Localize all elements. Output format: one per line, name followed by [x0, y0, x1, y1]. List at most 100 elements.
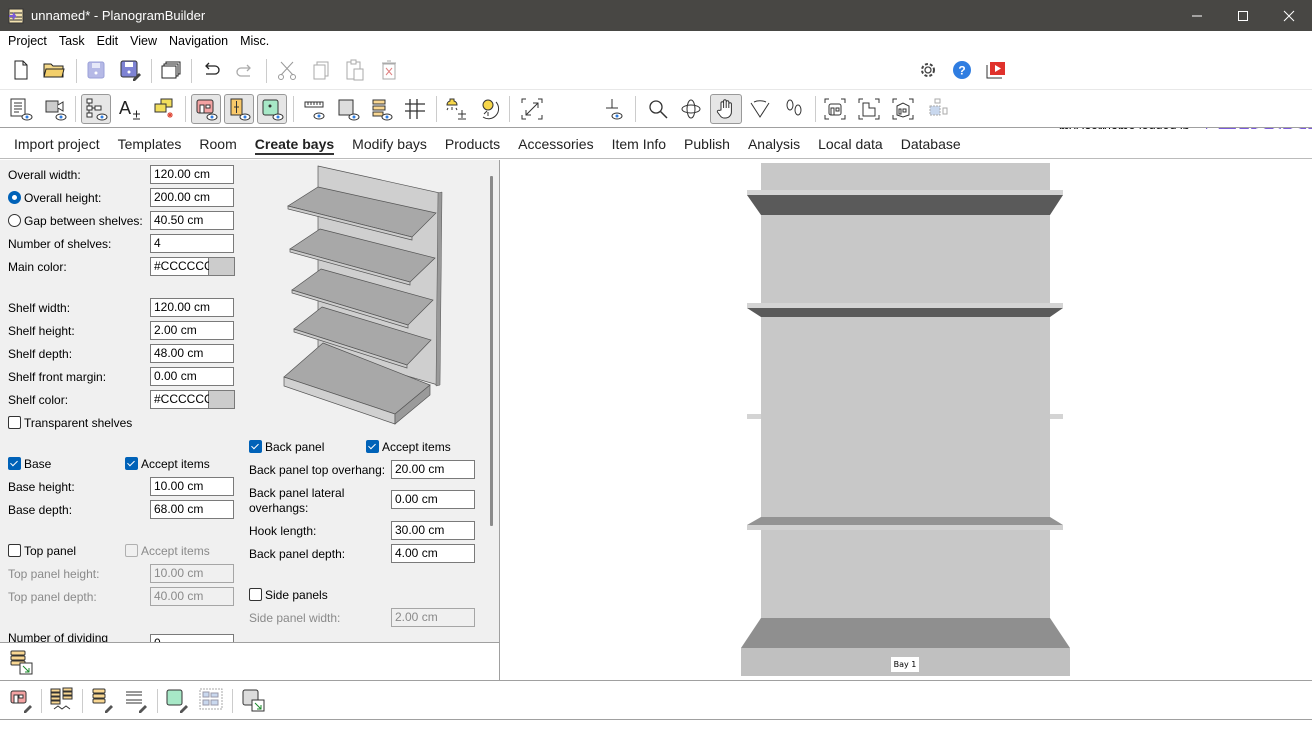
shelf-front-margin-input[interactable]: 0.00 cm — [150, 367, 234, 386]
overall-width-input[interactable]: 120.00 cm — [150, 165, 234, 184]
open-folder-button[interactable] — [41, 57, 67, 83]
tab-create-bays[interactable]: Create bays — [246, 129, 343, 159]
delete-button[interactable] — [376, 57, 402, 83]
grid-button[interactable] — [402, 96, 428, 122]
walk-mode-button[interactable] — [781, 96, 807, 122]
paste-button[interactable] — [342, 57, 368, 83]
tab-accessories[interactable]: Accessories — [509, 129, 602, 159]
camera-view-button[interactable] — [42, 96, 68, 122]
group-items-button[interactable] — [198, 687, 224, 713]
tab-database[interactable]: Database — [892, 129, 970, 159]
edit-shelves-button[interactable] — [89, 687, 115, 713]
menu-project[interactable]: Project — [2, 34, 53, 48]
edit-bay-button[interactable] — [164, 687, 190, 713]
create-bay-button[interactable] — [8, 649, 34, 675]
door-view-button[interactable] — [224, 94, 254, 124]
rotate-light-button[interactable] — [477, 96, 503, 122]
shelf-height-input[interactable]: 2.00 cm — [150, 321, 234, 340]
base-depth-input[interactable]: 68.00 cm — [150, 500, 234, 519]
tab-publish[interactable]: Publish — [675, 129, 739, 159]
multiple-windows-button[interactable] — [158, 57, 184, 83]
main-color-swatch[interactable] — [209, 257, 235, 276]
top-view-button[interactable] — [856, 96, 882, 122]
back-panel-checkbox[interactable] — [249, 440, 262, 453]
base-accept-items-checkbox[interactable] — [125, 457, 138, 470]
gap-between-shelves-radio[interactable] — [8, 214, 21, 227]
side-panels-checkbox[interactable] — [249, 588, 262, 601]
cut-button[interactable] — [274, 57, 300, 83]
overall-height-radio[interactable] — [8, 191, 21, 204]
video-tutorial-button[interactable] — [983, 57, 1009, 83]
number-of-dividing-input[interactable]: 0 — [150, 634, 234, 642]
tab-room[interactable]: Room — [190, 129, 245, 159]
shelf-depth-input[interactable]: 48.00 cm — [150, 344, 234, 363]
shadow-button[interactable] — [335, 96, 361, 122]
fit-view-button[interactable] — [519, 96, 545, 122]
list-view-button[interactable] — [8, 96, 34, 122]
shelf-distribute-button[interactable] — [48, 687, 74, 713]
shelf-stack-view-button[interactable] — [368, 96, 394, 122]
menu-navigation[interactable]: Navigation — [163, 34, 234, 48]
settings-button[interactable] — [915, 57, 941, 83]
new-file-button[interactable] — [8, 57, 34, 83]
panel-scrollbar[interactable] — [490, 176, 493, 526]
shelf-width-input[interactable]: 120.00 cm — [150, 298, 234, 317]
tab-products[interactable]: Products — [436, 129, 509, 159]
tab-local-data[interactable]: Local data — [809, 129, 892, 159]
overall-height-input[interactable]: 200.00 cm — [150, 188, 234, 207]
iso-view-button[interactable] — [890, 96, 916, 122]
menu-misc[interactable]: Misc. — [234, 34, 275, 48]
top-panel-height-input[interactable]: 10.00 cm — [150, 564, 234, 583]
tab-templates[interactable]: Templates — [109, 129, 191, 159]
save-button[interactable] — [83, 57, 109, 83]
add-light-button[interactable] — [443, 96, 469, 122]
top-panel-depth-input[interactable]: 40.00 cm — [150, 587, 234, 606]
menu-edit[interactable]: Edit — [91, 34, 125, 48]
back-panel-top-overhang-input[interactable]: 20.00 cm — [391, 460, 475, 479]
close-button[interactable] — [1266, 0, 1312, 31]
gap-between-shelves-input[interactable]: 40.50 cm — [150, 211, 234, 230]
back-panel-depth-input[interactable]: 4.00 cm — [391, 544, 475, 563]
ruler-button[interactable] — [302, 96, 328, 122]
back-accept-items-checkbox[interactable] — [366, 440, 379, 453]
copy-button[interactable] — [308, 57, 334, 83]
orbit-button[interactable] — [678, 96, 704, 122]
front-view-button[interactable] — [822, 96, 848, 122]
shelf-color-swatch[interactable] — [209, 390, 235, 409]
pan-hand-button[interactable] — [710, 94, 742, 124]
tab-modify-bays[interactable]: Modify bays — [343, 129, 436, 159]
undo-button[interactable] — [198, 57, 224, 83]
floor-view-button[interactable] — [602, 96, 628, 122]
tab-import-project[interactable]: Import project — [5, 129, 109, 159]
export-bay-button[interactable] — [240, 687, 266, 713]
save-as-button[interactable] — [117, 57, 143, 83]
layers-button[interactable] — [151, 96, 177, 122]
field-of-view-button[interactable] — [747, 96, 773, 122]
back-panel-lateral-overhangs-input[interactable]: 0.00 cm — [391, 490, 475, 509]
edit-room-button[interactable] — [8, 687, 34, 713]
hierarchy-view-button[interactable] — [81, 94, 111, 124]
base-height-input[interactable]: 10.00 cm — [150, 477, 234, 496]
text-size-button[interactable]: A — [117, 96, 143, 122]
3d-viewport[interactable]: Bay 1 — [501, 160, 1312, 680]
top-accept-items-checkbox[interactable] — [125, 544, 138, 557]
main-color-input[interactable]: #CCCCCC — [150, 257, 213, 276]
tab-item-info[interactable]: Item Info — [603, 129, 675, 159]
base-checkbox[interactable] — [8, 457, 21, 470]
bay-view-button[interactable] — [257, 94, 287, 124]
zoom-tool-button[interactable] — [645, 96, 671, 122]
menu-view[interactable]: View — [124, 34, 163, 48]
redo-button[interactable] — [232, 57, 258, 83]
tab-analysis[interactable]: Analysis — [739, 129, 809, 159]
number-of-shelves-input[interactable]: 4 — [150, 234, 234, 253]
bay-label[interactable]: Bay 1 — [891, 657, 919, 672]
transparent-shelves-checkbox[interactable] — [8, 416, 21, 429]
hook-length-input[interactable]: 30.00 cm — [391, 521, 475, 540]
maximize-button[interactable] — [1220, 0, 1266, 31]
side-panel-width-input[interactable]: 2.00 cm — [391, 608, 475, 627]
selection-view-button[interactable] — [924, 96, 950, 122]
edit-shelf-lines-button[interactable] — [123, 687, 149, 713]
minimize-button[interactable] — [1174, 0, 1220, 31]
top-panel-checkbox[interactable] — [8, 544, 21, 557]
menu-task[interactable]: Task — [53, 34, 91, 48]
